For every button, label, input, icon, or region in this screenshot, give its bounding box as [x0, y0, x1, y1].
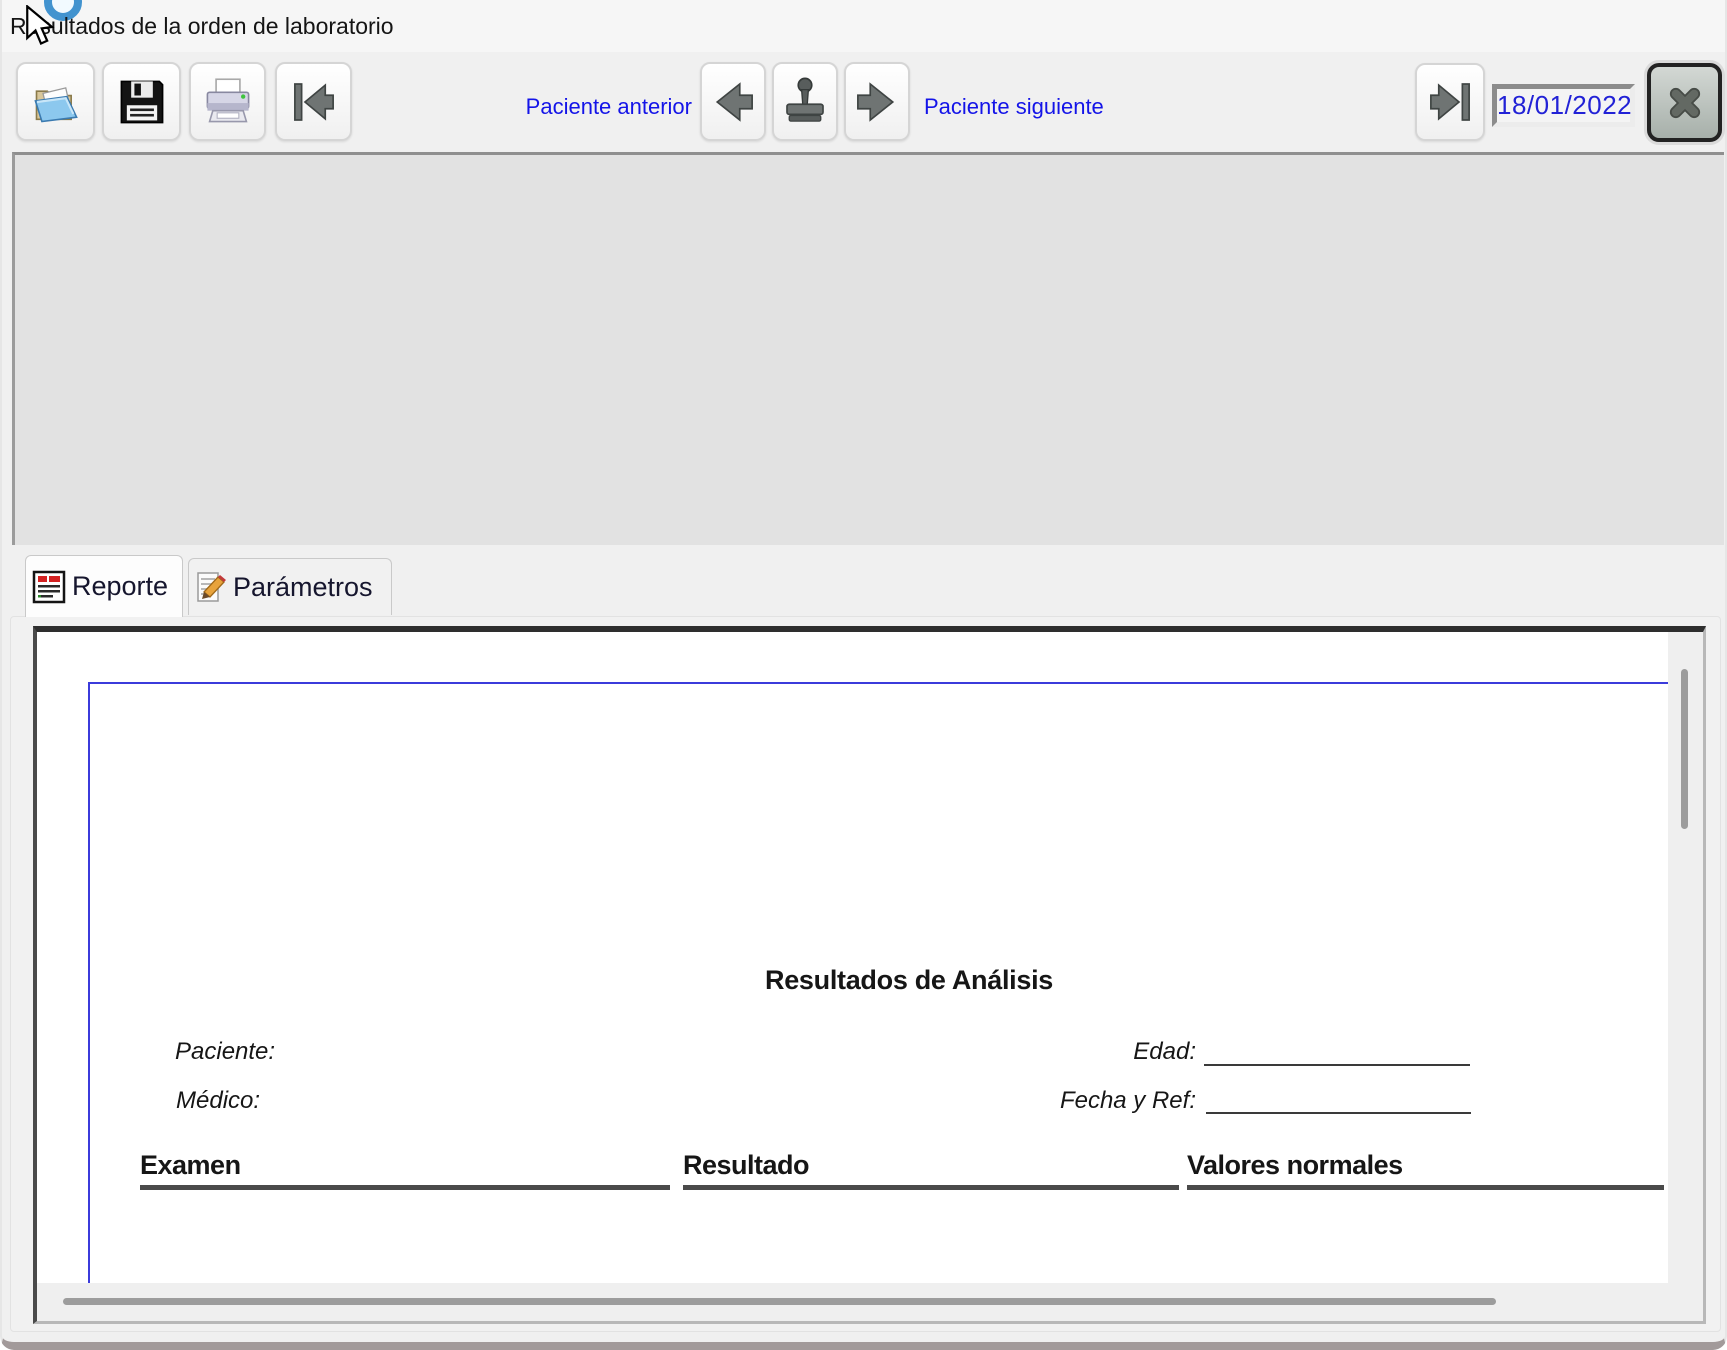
report-title: Resultados de Análisis	[709, 965, 1109, 996]
print-button[interactable]	[189, 62, 266, 141]
orders-grid-area[interactable]	[12, 152, 1724, 545]
vertical-scrollbar[interactable]	[1668, 632, 1703, 1283]
close-button[interactable]	[1647, 63, 1722, 142]
parameters-tab-icon	[195, 570, 227, 604]
page-border-top	[88, 682, 1668, 684]
tab-parametros[interactable]: Parámetros	[188, 558, 392, 615]
report-tab-panel: Resultados de Análisis Paciente: Médico:…	[10, 616, 1721, 1332]
column-header-resultado: Resultado	[683, 1150, 809, 1181]
previous-record-button[interactable]	[700, 62, 766, 141]
report-page: Resultados de Análisis Paciente: Médico:…	[37, 632, 1668, 1283]
horizontal-scrollbar[interactable]	[37, 1283, 1703, 1321]
first-record-icon	[287, 75, 341, 129]
column-header-examen: Examen	[140, 1150, 241, 1181]
next-record-icon	[850, 75, 904, 129]
column-underline	[140, 1185, 670, 1190]
date-ref-label: Fecha y Ref:	[946, 1087, 1196, 1115]
column-header-valores-normales: Valores normales	[1187, 1150, 1403, 1181]
patient-label: Paciente:	[175, 1038, 275, 1066]
age-label: Edad:	[946, 1038, 1196, 1066]
pointer-cursor-icon	[24, 5, 58, 49]
doctor-label: Médico:	[176, 1087, 260, 1115]
stamp-icon	[778, 75, 832, 129]
tab-reporte-label: Reporte	[72, 571, 168, 602]
open-folder-icon	[30, 76, 82, 128]
save-icon	[116, 76, 168, 128]
next-patient-label: Paciente siguiente	[924, 94, 1104, 120]
page-border-left	[88, 682, 90, 1283]
save-button[interactable]	[102, 62, 181, 141]
horizontal-scrollbar-thumb[interactable]	[63, 1298, 1496, 1305]
stamp-button[interactable]	[772, 62, 838, 141]
window-title: Resultados de la orden de laboratorio	[10, 13, 394, 40]
prev-patient-label: Paciente anterior	[452, 94, 692, 120]
last-record-icon	[1423, 75, 1477, 129]
date-ref-fill-line	[1206, 1112, 1471, 1114]
tab-parametros-label: Parámetros	[233, 572, 373, 603]
previous-record-icon	[706, 75, 760, 129]
open-button[interactable]	[16, 62, 95, 141]
title-bar: Resultados de la orden de laboratorio	[2, 0, 1725, 52]
lab-results-window: Resultados de la orden de laboratorio	[0, 0, 1727, 1350]
close-icon	[1663, 81, 1707, 125]
last-record-button[interactable]	[1415, 63, 1485, 141]
date-field[interactable]: 18/01/2022	[1492, 84, 1635, 127]
tab-reporte[interactable]: Reporte	[25, 555, 183, 617]
first-record-button[interactable]	[275, 62, 352, 141]
vertical-scrollbar-thumb[interactable]	[1681, 669, 1688, 829]
column-underline	[1187, 1185, 1664, 1190]
column-underline	[683, 1185, 1179, 1190]
report-viewport: Resultados de Análisis Paciente: Médico:…	[33, 626, 1706, 1324]
age-fill-line	[1204, 1064, 1470, 1066]
next-record-button[interactable]	[844, 62, 910, 141]
report-tab-icon	[32, 570, 66, 604]
print-icon	[202, 76, 254, 128]
